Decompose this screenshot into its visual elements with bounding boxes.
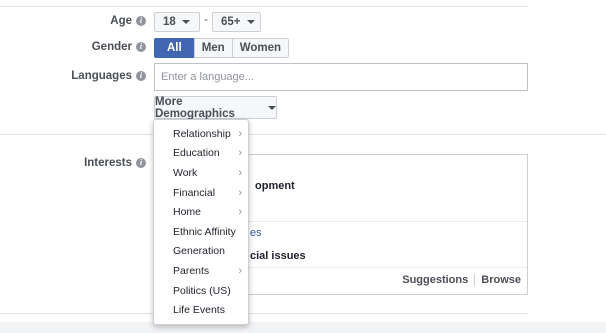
menu-item-label: Work [173, 166, 198, 179]
chevron-right-icon: › [238, 264, 242, 277]
menu-item-label: Life Events [173, 304, 225, 317]
menu-item-label: Financial [173, 186, 216, 199]
gender-all-button[interactable]: All [154, 38, 195, 58]
interests-label-group: Interests i [84, 157, 146, 169]
interest-link[interactable]: es [250, 227, 262, 239]
info-icon[interactable]: i [136, 16, 146, 26]
menu-item-relationship[interactable]: Relationship › [154, 124, 248, 144]
top-divider [0, 6, 528, 7]
menu-item-label: Politics (US) [173, 284, 231, 297]
menu-item-financial[interactable]: Financial › [154, 183, 248, 203]
chevron-right-icon: › [238, 127, 242, 140]
age-label: Age [110, 15, 132, 27]
gender-label-group: Gender i [92, 41, 146, 53]
menu-item-label: Relationship [173, 127, 231, 140]
menu-item-generation[interactable]: Generation [154, 242, 248, 262]
chevron-right-icon: › [238, 186, 242, 199]
menu-item-label: Parents [173, 264, 210, 277]
footer-band [0, 322, 606, 333]
bottom-divider [0, 313, 528, 314]
info-icon[interactable]: i [136, 71, 146, 81]
actions-separator [474, 274, 476, 286]
menu-item-parents[interactable]: Parents › [154, 261, 248, 281]
gender-women-button[interactable]: Women [231, 38, 290, 58]
chevron-right-icon: › [238, 147, 242, 160]
menu-item-label: Home [173, 206, 202, 219]
age-max-value: 65+ [221, 16, 241, 28]
chevron-right-icon: › [238, 206, 242, 219]
menu-item-education[interactable]: Education › [154, 144, 248, 164]
more-demographics-label: More Demographics [155, 95, 235, 120]
info-icon[interactable]: i [136, 158, 146, 168]
interests-label: Interests [84, 157, 132, 169]
age-label-group: Age i [110, 15, 146, 27]
interest-item[interactable]: cial issues [250, 250, 306, 262]
menu-item-label: Ethnic Affinity [173, 225, 236, 238]
gender-label: Gender [91, 41, 132, 53]
browse-link[interactable]: Browse [481, 274, 521, 286]
age-min-value: 18 [163, 16, 176, 28]
interests-actions: Suggestions Browse [402, 274, 521, 286]
caret-down-icon [268, 105, 276, 110]
gender-men-button[interactable]: Men [193, 38, 233, 58]
languages-label: Languages [71, 70, 132, 82]
caret-down-icon [181, 20, 190, 24]
gender-selector: All Men Women [154, 38, 290, 58]
interest-item[interactable]: opment [255, 180, 295, 192]
more-demographics-menu: Relationship › Education › Work › Financ… [153, 119, 249, 325]
menu-item-label: Generation [173, 245, 225, 258]
menu-item-work[interactable]: Work › [154, 163, 248, 183]
chevron-right-icon: › [238, 166, 242, 179]
info-icon[interactable]: i [136, 42, 146, 52]
language-input[interactable] [154, 63, 528, 91]
menu-item-life-events[interactable]: Life Events [154, 300, 248, 320]
menu-item-politics[interactable]: Politics (US) [154, 281, 248, 301]
age-separator: - [204, 14, 208, 26]
menu-item-label: Education [173, 147, 220, 160]
suggestions-link[interactable]: Suggestions [402, 274, 468, 286]
caret-down-icon [246, 20, 255, 24]
age-max-select[interactable]: 65+ [212, 12, 261, 32]
menu-item-ethnic-affinity[interactable]: Ethnic Affinity [154, 222, 248, 242]
languages-label-group: Languages i [71, 70, 146, 82]
age-min-select[interactable]: 18 [154, 12, 200, 32]
section-divider [0, 134, 606, 135]
menu-item-home[interactable]: Home › [154, 202, 248, 222]
more-demographics-button[interactable]: More Demographics [154, 95, 277, 120]
